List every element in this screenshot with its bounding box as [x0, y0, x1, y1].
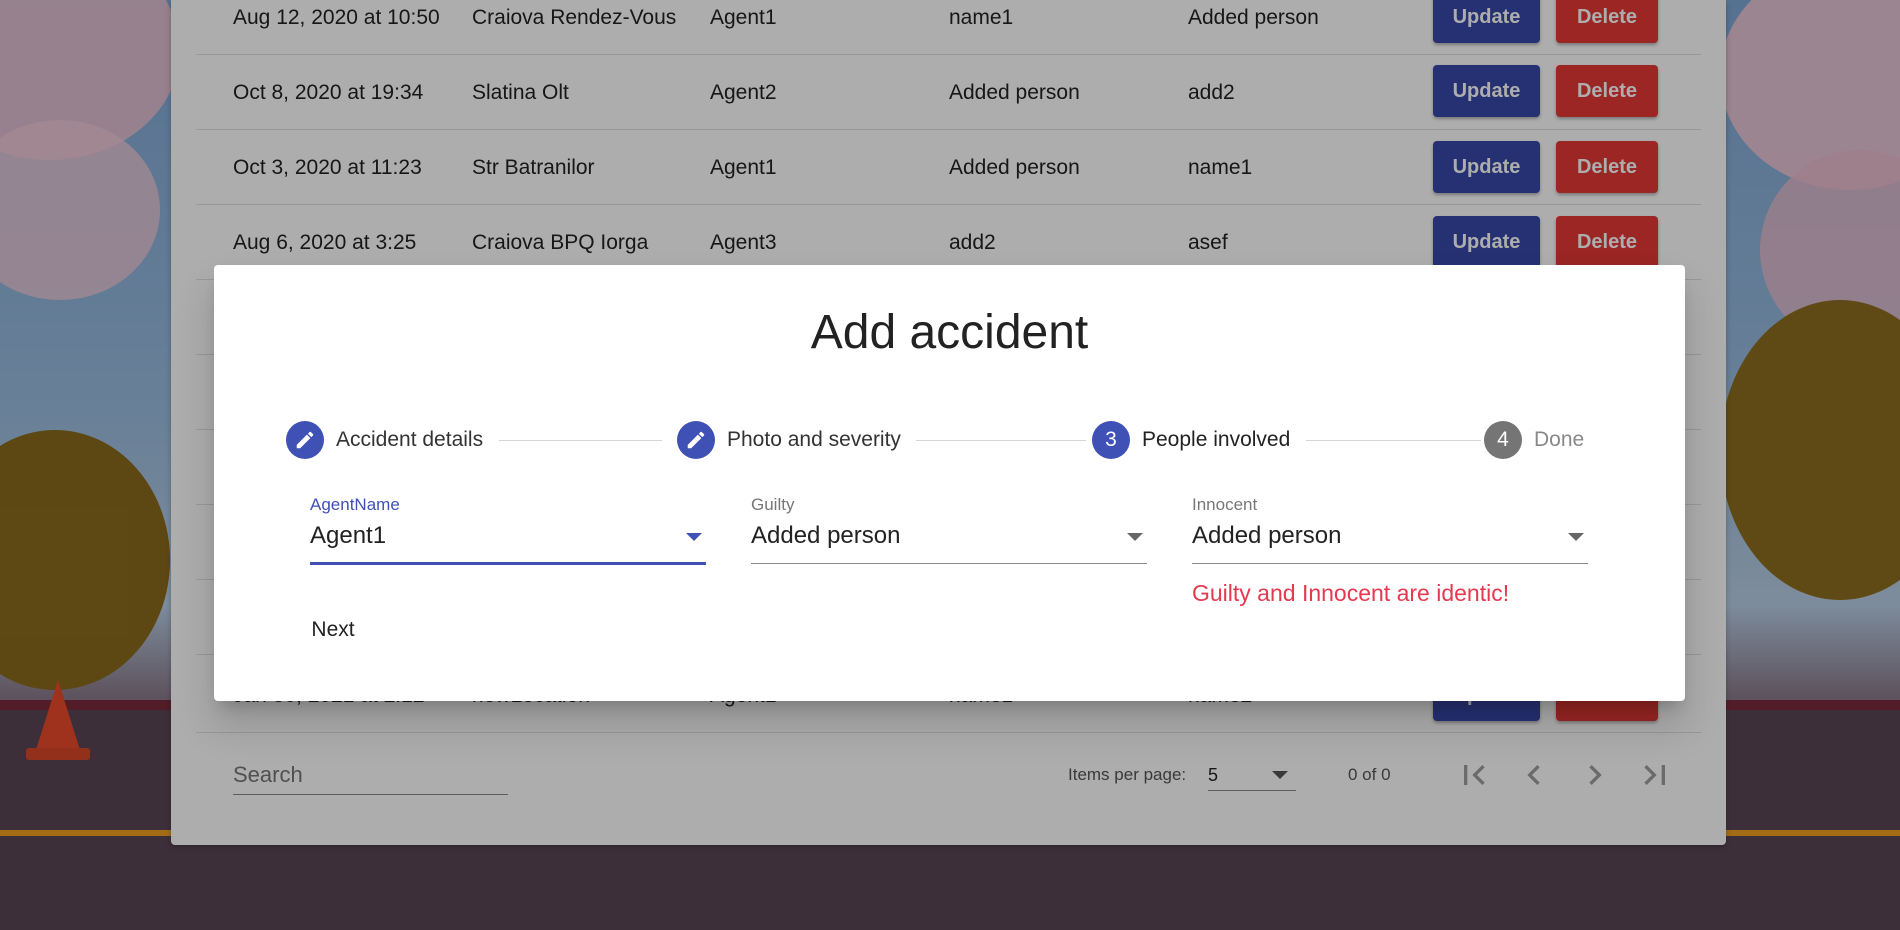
guilty-label: Guilty [751, 495, 795, 514]
guilty-value: Added person [751, 522, 901, 549]
stepper: Accident details Photo and severity 3 Pe… [286, 420, 1606, 460]
dropdown-arrow-icon [1127, 533, 1143, 541]
dropdown-arrow-icon [1568, 533, 1584, 541]
step-label: Done [1534, 428, 1585, 451]
add-accident-dialog: Add accident Accident details Photo and … [214, 265, 1685, 701]
agent-name-value: Agent1 [310, 522, 387, 549]
next-button[interactable]: Next [298, 610, 368, 650]
innocent-select[interactable]: Innocent Added person [1192, 495, 1588, 565]
guilty-select[interactable]: Guilty Added person [751, 495, 1147, 565]
agent-name-label: AgentName [310, 495, 400, 514]
validation-error: Guilty and Innocent are identic! [1192, 580, 1510, 606]
dropdown-arrow-icon [686, 533, 702, 541]
innocent-value: Added person [1192, 522, 1342, 549]
step-people-involved[interactable]: 3 People involved [1092, 420, 1290, 460]
step-number: 4 [1484, 421, 1522, 459]
step-label: Accident details [336, 428, 484, 451]
step-number: 3 [1092, 421, 1130, 459]
pencil-icon [677, 421, 715, 459]
step-label: People involved [1142, 428, 1291, 451]
agent-name-select[interactable]: AgentName Agent1 [310, 495, 706, 565]
innocent-label: Innocent [1192, 495, 1258, 514]
step-accident-details[interactable]: Accident details [286, 420, 483, 460]
dialog-title: Add accident [810, 306, 1089, 359]
step-done[interactable]: 4 Done [1484, 420, 1584, 460]
pencil-icon [286, 421, 324, 459]
step-photo-and-severity[interactable]: Photo and severity [677, 420, 901, 460]
step-label: Photo and severity [727, 428, 901, 451]
